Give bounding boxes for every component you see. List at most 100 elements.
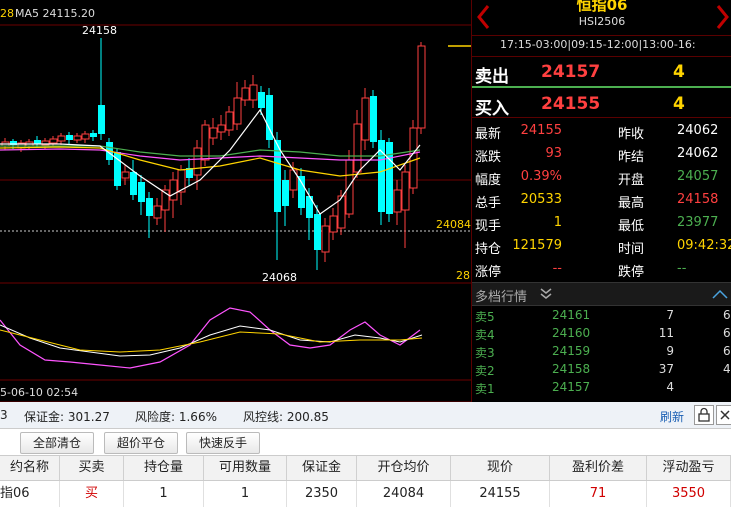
buy-quote-row[interactable]: 买入 24155 4 xyxy=(472,90,731,119)
stat-label: 时间 xyxy=(618,242,645,257)
sell-quote-row[interactable]: 卖出 24157 4 xyxy=(472,58,731,87)
high-price-label: 24158 xyxy=(82,24,117,37)
kline-chart-panel[interactable]: 28 MA5 24115.20 24158 24068 24084 28 5-0… xyxy=(0,0,471,402)
level-qty: 37 xyxy=(658,362,674,376)
super-close-button[interactable]: 超价平仓 xyxy=(104,432,178,454)
buy-qty: 4 xyxy=(673,94,685,114)
level-price: 24160 xyxy=(552,326,591,340)
close-icon xyxy=(720,410,730,420)
stat-value: 23977 xyxy=(677,215,719,230)
candle-body xyxy=(169,179,178,201)
stat-label: 持仓 xyxy=(475,242,502,257)
column-header[interactable]: 盈利价差 xyxy=(550,456,647,480)
buy-label: 买入 xyxy=(475,99,509,119)
stat-label: 跌停 xyxy=(618,265,645,280)
stat-label: 幅度 xyxy=(475,173,502,188)
candle-body xyxy=(417,45,426,129)
table-cell: 2350 xyxy=(287,481,357,507)
candle-body xyxy=(90,133,97,137)
quote-panel: 恒指06 HSI2506 17:15-03:00|09:15-12:00|13:… xyxy=(471,0,731,402)
stat-value: 24062 xyxy=(677,123,719,138)
stats-row: 持仓 121579 时间 09:42:32 xyxy=(472,235,731,258)
stats-row: 涨停 -- 跌停 -- xyxy=(472,258,731,281)
orderbook-row[interactable]: 卖5 24161 7 6 xyxy=(472,306,731,324)
table-cell: 买 xyxy=(60,481,124,507)
candle-body xyxy=(282,180,289,206)
stat-label: 最新 xyxy=(475,127,502,142)
orderbook-row[interactable]: 卖4 24160 11 6 xyxy=(472,324,731,342)
candle-body xyxy=(233,97,242,125)
indicator-value: 28 xyxy=(0,7,14,20)
contract-code: HSI2506 xyxy=(578,15,626,28)
level-extra: 6 xyxy=(723,326,731,340)
contract-title: 恒指06 xyxy=(576,0,628,14)
column-header[interactable]: 买卖 xyxy=(60,456,124,480)
quick-reverse-button[interactable]: 快速反手 xyxy=(186,432,260,454)
table-cell: 3550 xyxy=(647,481,731,507)
candle-body xyxy=(217,124,226,133)
stat-value: 1 xyxy=(553,215,562,230)
stat-label: 现手 xyxy=(475,219,502,234)
candle-body xyxy=(66,135,73,140)
ma5-label: MA5 24115.20 xyxy=(15,7,95,20)
sell-label: 卖出 xyxy=(475,67,509,87)
orderbook-title: 多档行情 xyxy=(475,290,528,305)
candle-body xyxy=(258,92,265,108)
table-cell: 1 xyxy=(204,481,287,507)
lock-button[interactable] xyxy=(694,405,714,425)
stat-value: 0.39% xyxy=(520,169,562,184)
orderbook-row[interactable]: 卖1 24157 4 xyxy=(472,378,731,396)
divider xyxy=(472,117,731,118)
candle-body xyxy=(225,111,234,131)
candle-body xyxy=(321,225,330,253)
stat-value: 24155 xyxy=(520,123,562,138)
close-all-button[interactable]: 全部清仓 xyxy=(20,432,94,454)
column-header[interactable]: 浮动盈亏 xyxy=(647,456,731,480)
stat-label: 最高 xyxy=(618,196,645,211)
collapse-chevron-icon[interactable] xyxy=(712,289,728,299)
stats-row: 总手 20533 最高 24158 xyxy=(472,189,731,212)
column-header[interactable]: 保证金 xyxy=(287,456,357,480)
level-qty: 4 xyxy=(666,380,674,394)
stat-value: -- xyxy=(552,261,562,276)
stat-label: 涨停 xyxy=(475,265,502,280)
column-header[interactable]: 持仓量 xyxy=(124,456,204,480)
level-qty: 7 xyxy=(666,308,674,322)
orderbook-header[interactable]: 多档行情 xyxy=(472,282,731,306)
level-qty: 11 xyxy=(658,326,674,340)
candle-body xyxy=(370,96,377,142)
column-header[interactable]: 可用数量 xyxy=(204,456,287,480)
account-bar: 3 保证金: 301.27 风险度: 1.66% 风控线: 200.85 刷新 xyxy=(0,402,731,429)
orderbook-row[interactable]: 卖3 24159 9 6 xyxy=(472,342,731,360)
candle-body xyxy=(201,124,210,161)
table-cell: 1 xyxy=(124,481,204,507)
close-button[interactable] xyxy=(716,405,731,425)
column-header[interactable]: 现价 xyxy=(451,456,550,480)
candle-body xyxy=(138,182,145,202)
stats-row: 最新 24155 昨收 24062 xyxy=(472,120,731,143)
candle-body xyxy=(49,138,58,144)
candle-body xyxy=(73,135,82,141)
refresh-link[interactable]: 刷新 xyxy=(660,408,684,425)
level-price: 24157 xyxy=(552,380,591,394)
risk-text: 风险度: 1.66% xyxy=(135,410,217,424)
candle-body xyxy=(329,215,338,233)
level-extra: 6 xyxy=(723,308,731,322)
column-header[interactable]: 开仓均价 xyxy=(357,456,451,480)
stat-value: -- xyxy=(677,261,687,276)
trading-sessions: 17:15-03:00|09:15-12:00|13:00-16: xyxy=(500,38,696,51)
stat-label: 涨跌 xyxy=(475,150,502,165)
stat-label: 昨结 xyxy=(618,150,645,165)
level-label: 卖1 xyxy=(475,382,495,396)
level-label: 卖4 xyxy=(475,328,495,342)
candle-body xyxy=(353,123,362,173)
column-header[interactable]: 约名称 xyxy=(0,456,60,480)
double-chevron-down-icon[interactable] xyxy=(540,288,552,300)
orderbook-row[interactable]: 卖2 24158 37 4 xyxy=(472,360,731,378)
low-price-label: 24068 xyxy=(262,271,297,284)
candle-body xyxy=(345,159,354,215)
margin-text: 保证金: 301.27 xyxy=(24,410,110,424)
account-prefix: 3 xyxy=(0,408,8,422)
candle-body xyxy=(386,142,393,214)
stat-value: 20533 xyxy=(520,192,562,207)
